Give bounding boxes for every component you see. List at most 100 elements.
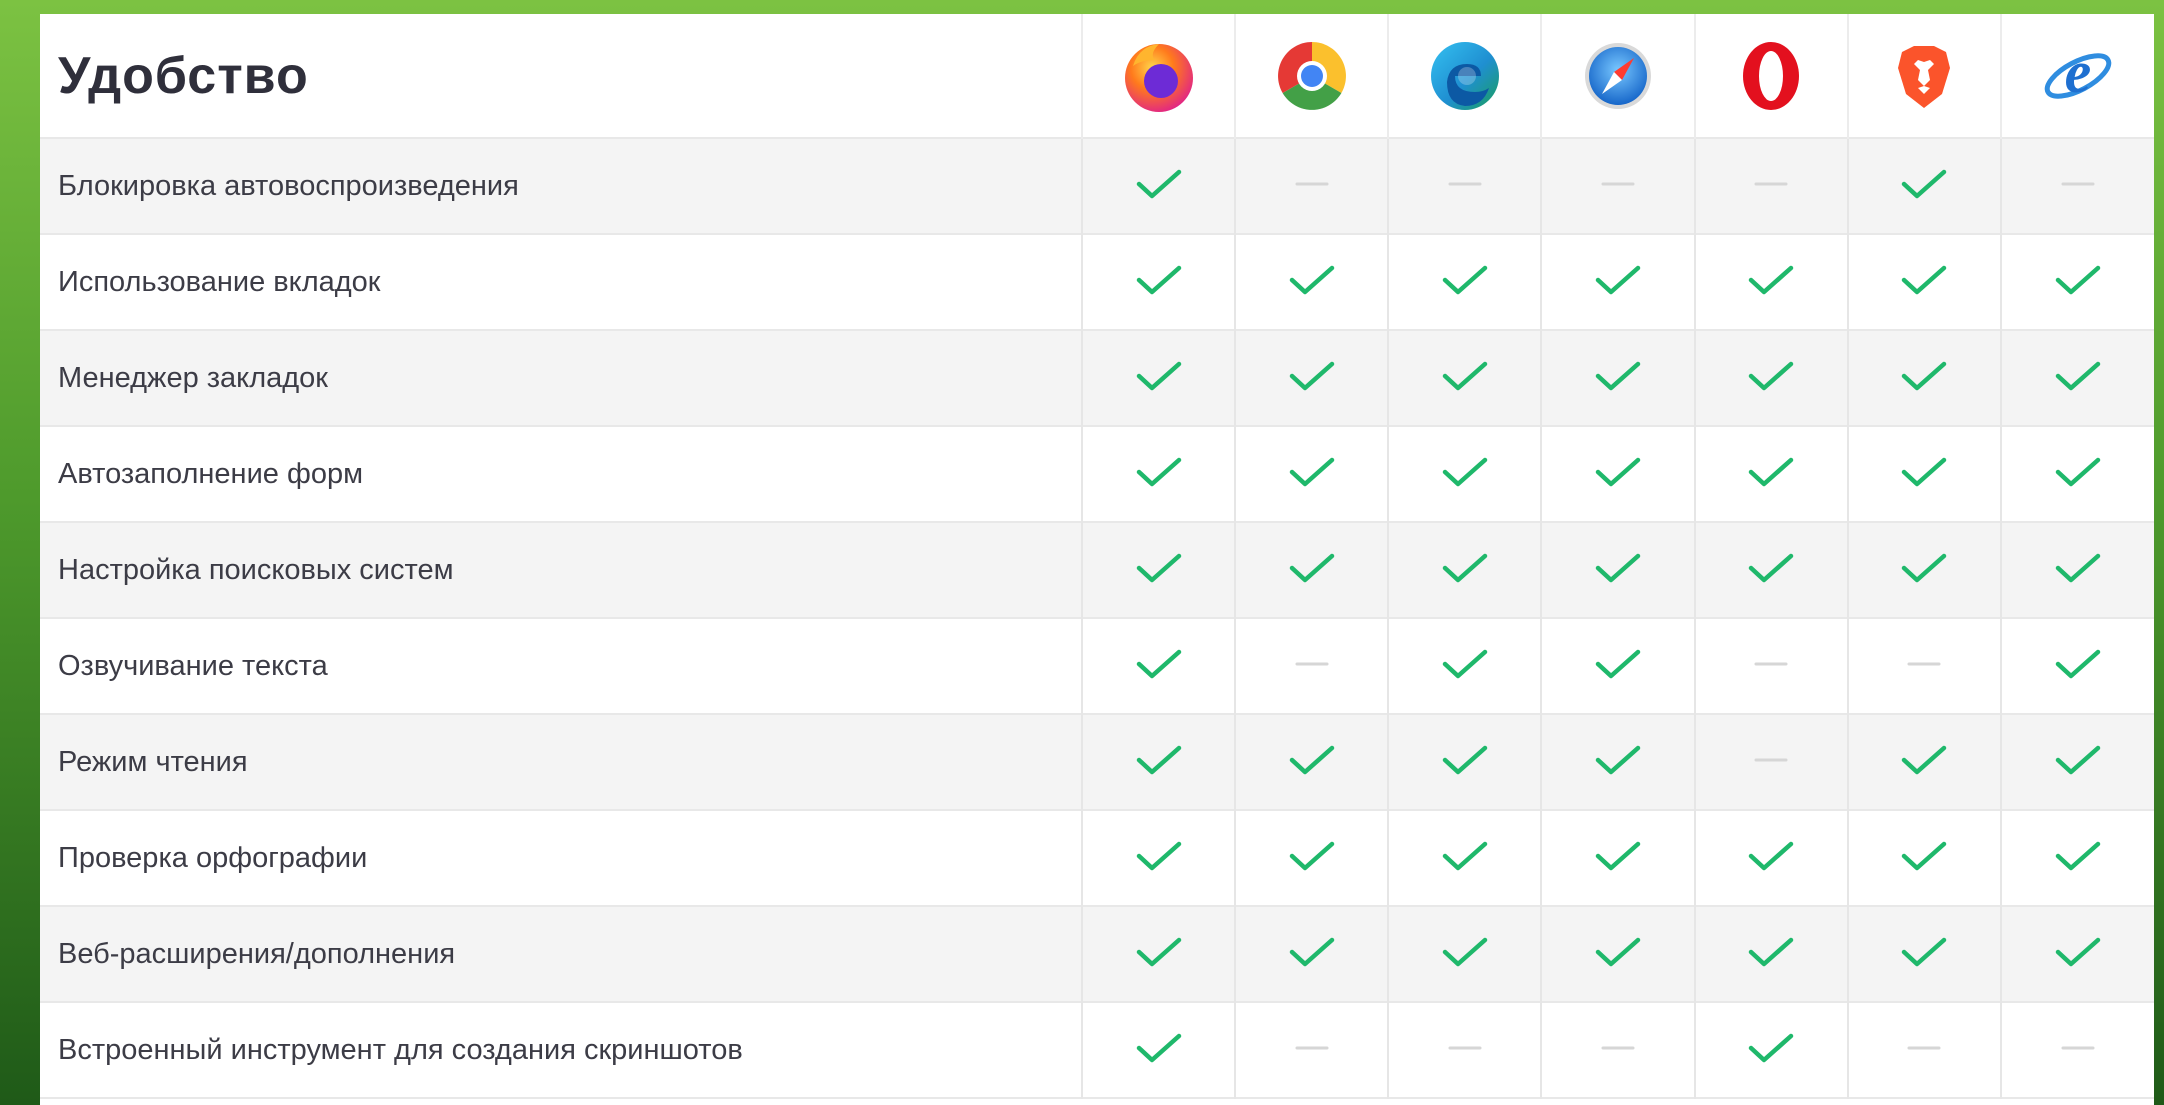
support-cell-firefox bbox=[1080, 906, 1236, 1002]
check-icon bbox=[1136, 169, 1181, 198]
check-icon bbox=[2055, 745, 2101, 774]
table-row: Автозаполнение форм bbox=[40, 426, 2154, 522]
check-icon bbox=[1748, 1033, 1794, 1062]
check-icon bbox=[1289, 841, 1334, 870]
support-cell-safari bbox=[1540, 234, 1695, 330]
support-cell-opera bbox=[1693, 618, 1848, 714]
support-cell-firefox bbox=[1080, 330, 1236, 426]
check-icon bbox=[1748, 457, 1794, 486]
support-cell-ie bbox=[1999, 1002, 2154, 1098]
support-cell-chrome bbox=[1234, 1002, 1389, 1098]
check-icon bbox=[1902, 169, 1947, 198]
support-cell-firefox bbox=[1080, 234, 1236, 330]
table-row: Встроенный инструмент для создания скрин… bbox=[40, 1002, 2154, 1098]
safari-icon bbox=[1584, 42, 1651, 109]
dash-icon bbox=[1754, 662, 1788, 665]
check-icon bbox=[1595, 745, 1641, 774]
support-cell-ie bbox=[1999, 714, 2154, 810]
check-icon bbox=[2055, 457, 2101, 486]
check-icon bbox=[1595, 361, 1641, 390]
support-cell-opera bbox=[1693, 714, 1848, 810]
check-icon bbox=[1136, 841, 1181, 870]
feature-label: Встроенный инструмент для создания скрин… bbox=[58, 1033, 743, 1066]
support-cell-edge bbox=[1387, 618, 1542, 714]
dash-icon bbox=[1295, 1046, 1329, 1049]
support-cell-opera bbox=[1693, 138, 1848, 234]
feature-label: Веб-расширения/дополнения bbox=[58, 937, 456, 970]
edge-icon bbox=[1430, 41, 1499, 110]
support-cell-firefox bbox=[1080, 426, 1236, 522]
check-icon bbox=[2055, 649, 2101, 678]
support-cell-edge bbox=[1387, 426, 1542, 522]
check-icon bbox=[1595, 553, 1641, 582]
table-title: Удобство bbox=[58, 46, 309, 105]
feature-label: Использование вкладок bbox=[58, 265, 381, 298]
check-icon bbox=[1136, 649, 1181, 678]
support-cell-chrome bbox=[1234, 906, 1389, 1002]
support-cell-chrome bbox=[1234, 426, 1389, 522]
support-cell-brave bbox=[1846, 330, 2001, 426]
table-row: Проверка орфографии bbox=[40, 810, 2154, 906]
support-cell-firefox bbox=[1080, 714, 1236, 810]
support-cell-brave bbox=[1846, 234, 2001, 330]
feature-label: Проверка орфографии bbox=[58, 841, 368, 874]
support-cell-ie bbox=[1999, 330, 2154, 426]
check-icon bbox=[1136, 457, 1181, 486]
check-icon bbox=[1442, 745, 1488, 774]
check-icon bbox=[1902, 553, 1947, 582]
support-cell-opera bbox=[1693, 234, 1848, 330]
support-cell-ie bbox=[1999, 810, 2154, 906]
browser-header-chrome bbox=[1234, 14, 1389, 138]
browser-comparison-table: Удобство e Блокировка автовоспроизведени… bbox=[40, 14, 2154, 1099]
check-icon bbox=[2055, 265, 2101, 294]
check-icon bbox=[1289, 265, 1334, 294]
support-cell-chrome bbox=[1234, 618, 1389, 714]
check-icon bbox=[1902, 841, 1947, 870]
support-cell-firefox bbox=[1080, 1002, 1236, 1098]
check-icon bbox=[1442, 265, 1488, 294]
brave-icon bbox=[1898, 45, 1951, 108]
check-icon bbox=[1902, 361, 1947, 390]
dash-icon bbox=[1601, 182, 1635, 185]
support-cell-edge bbox=[1387, 522, 1542, 618]
check-icon bbox=[1442, 457, 1488, 486]
feature-label: Блокировка автовоспроизведения bbox=[58, 169, 519, 202]
support-cell-firefox bbox=[1080, 522, 1236, 618]
feature-label: Режим чтения bbox=[58, 745, 248, 778]
check-icon bbox=[1442, 841, 1488, 870]
support-cell-safari bbox=[1540, 426, 1695, 522]
browser-header-ie: e bbox=[1999, 14, 2154, 138]
support-cell-opera bbox=[1693, 426, 1848, 522]
check-icon bbox=[1748, 553, 1794, 582]
dash-icon bbox=[1907, 1046, 1941, 1049]
check-icon bbox=[1136, 745, 1181, 774]
check-icon bbox=[1595, 457, 1641, 486]
support-cell-firefox bbox=[1080, 810, 1236, 906]
dash-icon bbox=[2061, 182, 2095, 185]
support-cell-safari bbox=[1540, 906, 1695, 1002]
table-row: Веб-расширения/дополнения bbox=[40, 906, 2154, 1002]
check-icon bbox=[2055, 553, 2101, 582]
check-icon bbox=[1289, 553, 1334, 582]
check-icon bbox=[1289, 361, 1334, 390]
feature-label: Озвучивание текста bbox=[58, 649, 328, 682]
support-cell-edge bbox=[1387, 1002, 1542, 1098]
support-cell-chrome bbox=[1234, 234, 1389, 330]
check-icon bbox=[2055, 841, 2101, 870]
check-icon bbox=[1136, 361, 1181, 390]
support-cell-edge bbox=[1387, 138, 1542, 234]
check-icon bbox=[1748, 361, 1794, 390]
opera-icon bbox=[1743, 41, 1800, 110]
browser-header-edge bbox=[1387, 14, 1542, 138]
feature-label: Настройка поисковых систем bbox=[58, 553, 454, 586]
check-icon bbox=[1136, 265, 1181, 294]
dash-icon bbox=[1295, 182, 1329, 185]
browser-header-firefox bbox=[1080, 14, 1236, 138]
check-icon bbox=[1442, 937, 1488, 966]
support-cell-brave bbox=[1846, 1002, 2001, 1098]
support-cell-edge bbox=[1387, 906, 1542, 1002]
support-cell-safari bbox=[1540, 714, 1695, 810]
check-icon bbox=[1289, 457, 1334, 486]
check-icon bbox=[2055, 361, 2101, 390]
support-cell-opera bbox=[1693, 906, 1848, 1002]
